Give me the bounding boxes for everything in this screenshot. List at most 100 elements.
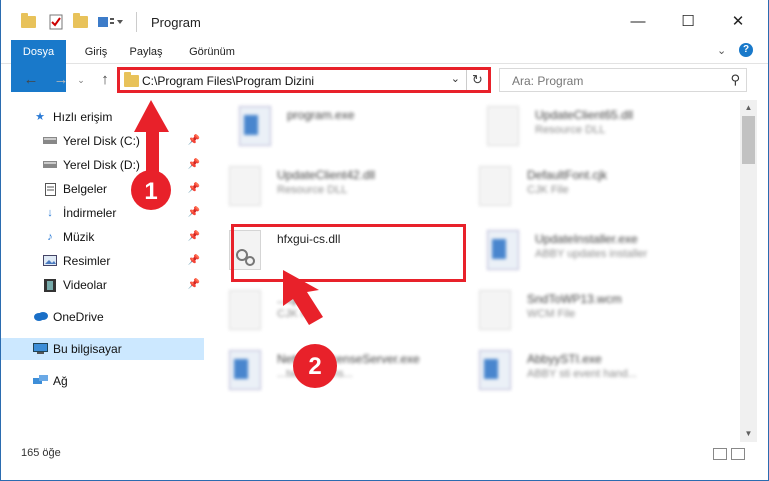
up-button[interactable]: ↑ [95, 70, 115, 90]
minimize-icon: — [630, 12, 646, 30]
customize-toolbar-icon[interactable] [97, 14, 125, 30]
sidebar-item-pictures[interactable]: Resimler 📌 [43, 250, 204, 272]
file-highlight-box [231, 224, 466, 282]
sidebar-item-disk-d[interactable]: Yerel Disk (D:) 📌 [43, 154, 204, 176]
file-name: UpdateClient42.dll [277, 168, 376, 182]
tab-share[interactable]: Paylaş [126, 40, 166, 64]
sidebar-item-label: Hızlı erişim [53, 110, 113, 124]
close-icon: ✕ [731, 13, 745, 30]
file-name: DefaultFont.cjk [527, 168, 608, 182]
exe-file-icon [487, 230, 519, 270]
ribbon-tabs: Dosya Giriş Paylaş Görünüm ⌄ ? [1, 40, 768, 92]
vertical-scrollbar[interactable]: ▲ ▼ [740, 100, 757, 442]
file-type: ABBY updates installer [535, 248, 648, 260]
folder-icon [21, 13, 36, 30]
forward-arrow-icon: → [53, 71, 69, 88]
pin-icon[interactable]: 📌 [188, 231, 200, 242]
drive-icon [43, 135, 57, 147]
file-name: NetworkLicenseServer.exe [277, 352, 420, 366]
address-path[interactable]: C:\Program Files\Program Dizini [142, 74, 314, 88]
back-button[interactable]: ← [21, 70, 41, 90]
file-name: UpdateClient65.dll [535, 108, 634, 122]
step2-badge: 2 [308, 353, 322, 380]
file-type: WCM File [527, 308, 576, 320]
search-box[interactable]: Ara: Program ⚲ [499, 68, 747, 92]
sidebar-item-network[interactable]: Ağ [33, 370, 204, 392]
drive-icon [43, 159, 57, 171]
pin-icon[interactable]: 📌 [188, 279, 200, 290]
minimize-button[interactable]: — [615, 6, 661, 36]
sidebar-item-onedrive[interactable]: OneDrive [33, 306, 204, 328]
sidebar-item-label: Yerel Disk (D:) [63, 158, 140, 172]
address-bar[interactable]: C:\Program Files\Program Dizini ⌄ ↻ [117, 67, 491, 93]
sidebar-item-downloads[interactable]: ↓ İndirmeler 📌 [43, 202, 204, 224]
file-name: program.exe [287, 108, 355, 122]
title-divider [136, 12, 137, 32]
refresh-button[interactable]: ↻ [466, 70, 488, 90]
video-icon [43, 279, 57, 292]
document-icon [43, 183, 57, 196]
scroll-up-icon[interactable]: ▲ [740, 100, 757, 116]
address-dropdown-icon[interactable]: ⌄ [451, 72, 460, 85]
list-item[interactable]: UpdateClient42.dll Resource DLL [215, 160, 455, 212]
list-item[interactable]: UpdateClient65.dll Resource DLL [473, 100, 713, 152]
sidebar-item-documents[interactable]: Belgeler 📌 [43, 178, 204, 200]
list-item[interactable]: SndToWP13.wcm WCM File [465, 284, 705, 336]
scroll-thumb[interactable] [742, 116, 755, 164]
sidebar-item-label: Müzik [63, 230, 95, 244]
pin-icon[interactable]: 📌 [188, 135, 200, 146]
help-icon[interactable]: ? [739, 43, 753, 57]
exe-file-icon [229, 350, 261, 390]
tiles-view-icon[interactable] [731, 448, 745, 460]
forward-button[interactable]: → [51, 70, 71, 90]
sidebar-item-label: OneDrive [53, 310, 104, 324]
refresh-icon: ↻ [472, 72, 483, 87]
sidebar-item-quick-access[interactable]: ★ Hızlı erişim [33, 106, 204, 128]
sidebar-item-label: Belgeler [63, 182, 108, 196]
sidebar-item-label: Videolar [63, 278, 107, 292]
tab-view[interactable]: Görünüm [184, 40, 240, 64]
navigation-pane: ★ Hızlı erişim Yerel Disk (C:) 📌 Yerel D… [1, 104, 206, 434]
sidebar-item-music[interactable]: ♪ Müzik 📌 [43, 226, 204, 248]
file-type: CJK File [277, 308, 319, 320]
chevron-down-icon: ⌄ [77, 75, 85, 85]
pin-icon[interactable]: 📌 [188, 183, 200, 194]
search-placeholder[interactable]: Ara: Program [512, 74, 583, 88]
ribbon-expand-icon[interactable]: ⌄ [717, 44, 726, 57]
generic-file-icon [479, 290, 511, 330]
sidebar-item-disk-c[interactable]: Yerel Disk (C:) 📌 [43, 130, 204, 152]
list-item[interactable]: DefaultFont.cjk CJK File [465, 160, 705, 212]
sidebar-item-this-pc[interactable]: Bu bilgisayar [1, 338, 204, 360]
list-item[interactable]: AbbyySTI.exe ABBY sti event hand... [465, 344, 705, 396]
recent-locations-button[interactable]: ⌄ [71, 70, 91, 90]
pin-icon[interactable]: 📌 [188, 159, 200, 170]
close-button[interactable]: ✕ [715, 6, 761, 36]
tab-home[interactable]: Giriş [76, 40, 116, 64]
pin-icon[interactable]: 📌 [188, 255, 200, 266]
details-view-icon[interactable] [713, 448, 727, 460]
maximize-icon: ☐ [681, 13, 695, 30]
star-icon: ★ [35, 111, 45, 123]
new-folder-icon[interactable] [73, 13, 88, 30]
exe-file-icon [239, 106, 271, 146]
list-item[interactable]: ...cjk CJK File [215, 284, 455, 336]
up-arrow-icon: ↑ [101, 71, 109, 88]
dll-file-icon [229, 166, 261, 206]
list-item[interactable]: UpdateInstaller.exe ABBY updates install… [473, 224, 713, 276]
pin-icon[interactable]: 📌 [188, 207, 200, 218]
maximize-button[interactable]: ☐ [665, 6, 711, 36]
properties-icon[interactable] [49, 14, 63, 30]
file-name: UpdateInstaller.exe [535, 232, 638, 246]
file-name: ...cjk [277, 292, 302, 306]
scroll-down-icon[interactable]: ▼ [740, 426, 757, 442]
back-arrow-icon: ← [23, 71, 39, 88]
view-toggle [713, 448, 745, 460]
sidebar-item-videos[interactable]: Videolar 📌 [43, 274, 204, 296]
list-item[interactable]: program.exe [225, 100, 465, 152]
item-count: 165 öğe [21, 447, 61, 459]
search-icon[interactable]: ⚲ [730, 72, 740, 88]
exe-file-icon [479, 350, 511, 390]
list-item[interactable]: NetworkLicenseServer.exe ...twork licens… [215, 344, 455, 396]
file-type: Resource DLL [535, 124, 606, 136]
file-name: SndToWP13.wcm [527, 292, 622, 306]
